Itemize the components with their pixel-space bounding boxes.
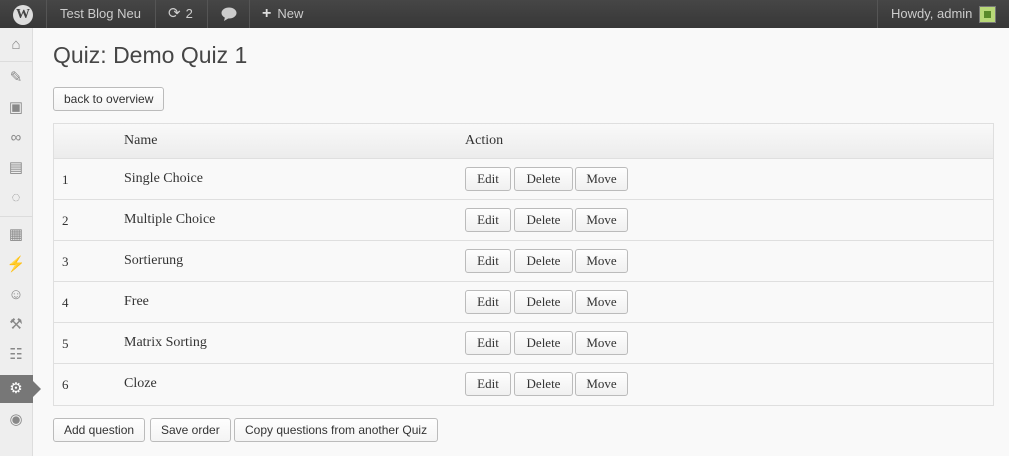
edit-button[interactable]: Edit [465,167,511,191]
comments-icon[interactable]: ◌ [4,186,28,210]
users-icon[interactable]: ☺ [4,283,28,307]
admin-sidebar: ⌂ ✎ ▣ ∞ ▤ ◌ ▦ ⚡ ☺ ⚒ ☷ ⚙ ◉ [0,28,41,456]
tools-icon[interactable]: ⚒ [4,313,28,337]
admin-bar-divider [155,0,156,28]
account-menu[interactable]: Howdy, admin [891,0,972,28]
menu-separator [0,216,33,217]
table-row: 1 Single Choice Edit Delete Move [54,159,993,200]
row-number: 1 [62,172,69,187]
move-button[interactable]: Move [575,290,628,314]
updates-count: 2 [185,6,193,21]
menu-item-settings-active[interactable]: ⚙ [0,375,41,403]
edit-button[interactable]: Edit [465,249,511,273]
table-row: 2 Multiple Choice Edit Delete Move [54,200,993,241]
delete-button[interactable]: Delete [514,331,573,355]
column-header-action: Action [465,133,504,148]
settings-gear-icon: ⚙ [9,380,23,397]
wordpress-logo-icon: W [13,5,33,25]
delete-button[interactable]: Delete [514,167,573,191]
question-name: Single Choice [124,171,203,186]
row-number: 4 [62,295,69,310]
add-question-button[interactable]: Add question [53,418,146,442]
plus-icon: + [262,5,272,22]
admin-bar-divider [249,0,250,28]
admin-bar-divider [207,0,208,28]
table-row: 4 Free Edit Delete Move [54,282,993,323]
table-row: 5 Matrix Sorting Edit Delete Move [54,323,993,364]
pages-icon[interactable]: ▤ [4,156,28,180]
dashboard-icon[interactable]: ⌂ [4,33,28,57]
table-header: Name Action [54,124,993,159]
comment-bubble-icon [221,7,237,21]
move-button[interactable]: Move [575,372,628,396]
appearance-icon[interactable]: ▦ [4,223,28,247]
move-button[interactable]: Move [575,167,628,191]
avatar[interactable] [979,6,996,23]
row-number: 2 [62,213,69,228]
admin-bar: W Test Blog Neu ⟳ 2 + New Howdy, admin [0,0,1009,28]
question-name: Free [124,294,149,309]
posts-icon[interactable]: ✎ [4,66,28,90]
question-name: Multiple Choice [124,212,216,227]
move-button[interactable]: Move [575,249,628,273]
site-name-link[interactable]: Test Blog Neu [60,0,141,28]
collapse-icon[interactable]: ◉ [4,408,28,432]
row-number: 6 [62,377,69,392]
new-content-menu[interactable]: + New [262,0,303,28]
delete-button[interactable]: Delete [514,372,573,396]
media-icon[interactable]: ▣ [4,96,28,120]
move-button[interactable]: Move [575,331,628,355]
links-icon[interactable]: ∞ [4,126,28,150]
table-row: 6 Cloze Edit Delete Move [54,364,993,405]
table-row: 3 Sortierung Edit Delete Move [54,241,993,282]
menu-separator [0,61,33,62]
row-number: 5 [62,336,69,351]
edit-button[interactable]: Edit [465,290,511,314]
edit-button[interactable]: Edit [465,372,511,396]
edit-button[interactable]: Edit [465,208,511,232]
questions-table: Name Action 1 Single Choice Edit Delete … [53,123,994,406]
settings-panel-icon[interactable]: ☷ [4,343,28,367]
delete-button[interactable]: Delete [514,249,573,273]
edit-button[interactable]: Edit [465,331,511,355]
admin-bar-divider [46,0,47,28]
row-number: 3 [62,254,69,269]
question-name: Sortierung [124,253,184,268]
refresh-icon: ⟳ [168,5,181,22]
back-to-overview-button[interactable]: back to overview [53,87,165,111]
question-name: Matrix Sorting [124,335,207,350]
copy-questions-button[interactable]: Copy questions from another Quiz [234,418,439,442]
save-order-button[interactable]: Save order [150,418,231,442]
page-title: Quiz: Demo Quiz 1 [53,42,248,68]
updates-link[interactable]: ⟳ 2 [168,0,193,28]
wordpress-logo-menu[interactable]: W [0,0,46,28]
question-name: Cloze [124,376,157,391]
delete-button[interactable]: Delete [514,290,573,314]
delete-button[interactable]: Delete [514,208,573,232]
comments-link[interactable] [221,0,237,28]
new-label: New [277,6,304,21]
admin-bar-divider [877,0,878,28]
plugins-icon[interactable]: ⚡ [4,253,28,277]
column-header-name: Name [124,133,158,148]
move-button[interactable]: Move [575,208,628,232]
